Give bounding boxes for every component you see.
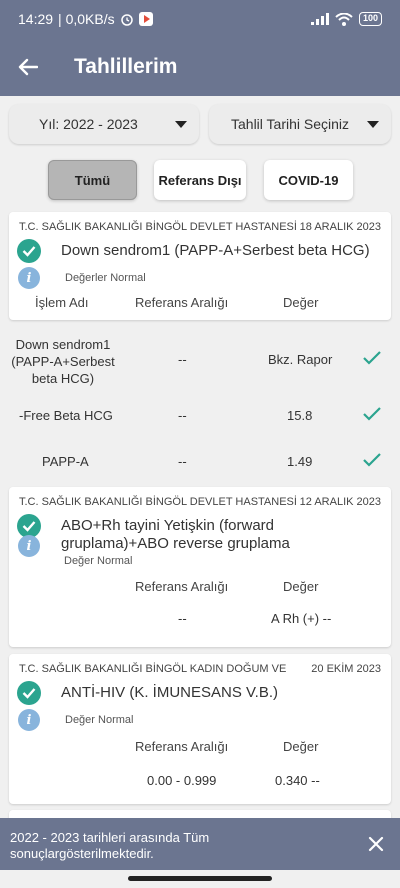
result-card[interactable]: T.C. SAĞLIK BAKANLIĞI BİNGÖL KADIN DOĞUM… — [9, 654, 391, 804]
info-icon[interactable]: i — [18, 709, 40, 731]
result-title: ANTİ-HIV (K. İMUNESANS V.B.) — [61, 684, 278, 701]
status-bar: 14:29 | 0,0KB/s 100 — [0, 0, 400, 38]
tab-all[interactable]: Tümü — [48, 160, 137, 200]
arrow-left-icon — [18, 58, 38, 76]
filter-bar: Yıl: 2022 - 2023 Tahlil Tarihi Seçiniz — [9, 104, 391, 144]
page-title: Tahlillerim — [74, 55, 178, 78]
column-header-value: Değer — [283, 579, 319, 594]
tab-out-of-reference[interactable]: Referans Dışı — [154, 160, 246, 200]
result-value: 15.8 — [287, 408, 313, 423]
filter-tabs: Tümü Referans Dışı COVID-19 — [0, 160, 400, 202]
close-icon[interactable] — [368, 836, 384, 852]
result-value: Bkz. Rapor — [268, 352, 333, 367]
column-header-value: Değer — [283, 295, 319, 310]
date-dropdown-label: Tahlil Tarihi Seçiniz — [231, 116, 350, 132]
reference-range: 0.00 - 0.999 — [147, 773, 217, 788]
result-title: ABO+Rh tayini Yetişkin (forward gruplama… — [61, 517, 290, 552]
result-date: 18 ARALIK 2023 — [299, 221, 381, 233]
wifi-icon — [335, 12, 353, 26]
hospital-name: T.C. SAĞLIK BAKANLIĞI BİNGÖL DEVLET HAST… — [19, 496, 297, 508]
result-status: Değerler Normal — [65, 272, 146, 284]
check-icon — [363, 453, 381, 467]
status-net-speed: | 0,0KB/s — [58, 11, 115, 27]
check-circle-icon — [17, 681, 41, 705]
process-name: PAPP-A — [42, 454, 89, 469]
gesture-nav-bar[interactable] — [128, 876, 272, 881]
date-dropdown[interactable]: Tahlil Tarihi Seçiniz — [209, 104, 391, 144]
result-title: Down sendrom1 (PAPP-A+Serbest beta HCG) — [61, 242, 370, 259]
info-icon[interactable]: i — [18, 267, 40, 289]
check-icon — [363, 351, 381, 365]
column-header-process: İşlem Adı — [35, 295, 89, 310]
play-icon — [138, 12, 153, 26]
back-button[interactable] — [0, 38, 56, 96]
result-value: 1.49 — [287, 454, 313, 469]
reference-range: -- — [178, 408, 187, 423]
result-value: A Rh (+) -- — [271, 611, 332, 626]
caret-down-icon — [175, 120, 187, 128]
result-card[interactable]: T.C. SAĞLIK BAKANLIĞI BİNGÖL DEVLET HAST… — [9, 487, 391, 647]
check-circle-icon — [17, 239, 41, 263]
signal-icon — [310, 13, 329, 25]
reference-range: -- — [178, 454, 187, 469]
result-value: 0.340 -- — [275, 773, 320, 788]
result-card[interactable]: T.C. SAĞLIK BAKANLIĞI BİNGÖL DEVLET HAST… — [9, 212, 391, 320]
reference-range: -- — [178, 352, 187, 367]
battery-icon: 100 — [358, 12, 382, 26]
snackbar-message: 2022 - 2023 tarihleri arasında Tüm sonuç… — [10, 830, 210, 861]
year-dropdown-label: Yıl: 2022 - 2023 — [39, 116, 138, 132]
process-name: Down sendrom1 (PAPP-A+Serbest beta HCG) — [11, 337, 115, 386]
column-header-value: Değer — [283, 739, 319, 754]
tab-covid[interactable]: COVID-19 — [264, 160, 353, 200]
year-dropdown[interactable]: Yıl: 2022 - 2023 — [9, 104, 199, 144]
status-time: 14:29 — [18, 11, 54, 27]
result-date: 20 EKİM 2023 — [311, 663, 381, 675]
app-bar: Tahlillerim — [0, 38, 400, 96]
caret-down-icon — [367, 120, 379, 128]
info-icon[interactable]: i — [18, 535, 40, 557]
hospital-name: T.C. SAĞLIK BAKANLIĞI BİNGÖL KADIN DOĞUM… — [19, 663, 287, 675]
process-name: -Free Beta HCG — [19, 408, 113, 423]
result-status: Değer Normal — [65, 714, 134, 726]
check-icon — [363, 407, 381, 421]
column-header-reference: Referans Aralığı — [135, 295, 229, 310]
column-header-reference: Referans Aralığı — [135, 739, 229, 754]
result-date: 12 ARALIK 2023 — [299, 496, 381, 508]
results-list: T.C. SAĞLIK BAKANLIĞI BİNGÖL DEVLET HAST… — [0, 210, 400, 818]
snackbar: 2022 - 2023 tarihleri arasında Tüm sonuç… — [0, 818, 400, 870]
reference-range: -- — [178, 611, 187, 626]
result-status: Değer Normal — [64, 555, 133, 567]
result-card[interactable] — [9, 810, 391, 818]
alarm-icon — [120, 14, 133, 26]
hospital-name: T.C. SAĞLIK BAKANLIĞI BİNGÖL DEVLET HAST… — [19, 221, 297, 233]
column-header-reference: Referans Aralığı — [135, 579, 229, 594]
